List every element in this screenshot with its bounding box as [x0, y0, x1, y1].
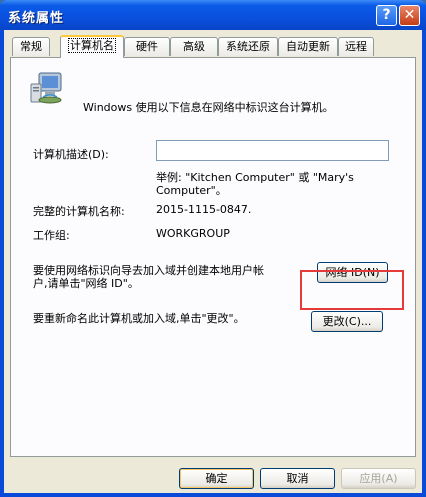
computer-description-input[interactable]: [156, 140, 389, 161]
workgroup-label: 工作组:: [33, 229, 70, 242]
help-button[interactable]: ?: [376, 5, 397, 26]
tab-advanced[interactable]: 高级: [170, 37, 218, 56]
intro-text: Windows 使用以下信息在网络中标识这台计算机。: [83, 101, 334, 114]
apply-button[interactable]: 应用(A): [341, 468, 416, 489]
tab-automatic-updates[interactable]: 自动更新: [278, 37, 338, 56]
tab-remote[interactable]: 远程: [338, 37, 374, 56]
tab-hardware[interactable]: 硬件: [124, 37, 170, 56]
example-text-line2: Computer"。: [156, 184, 227, 197]
rename-text: 要重新命名此计算机或加入域,单击"更改"。: [33, 312, 245, 325]
change-button[interactable]: 更改(C)...: [311, 311, 383, 332]
dialog-client-area: 常规 计算机名 硬件 高级 系统还原 自动更新 远程 Windows 使用以下信…: [4, 30, 422, 493]
description-label: 计算机描述(D):: [33, 148, 109, 161]
cancel-button[interactable]: 取消: [260, 468, 335, 489]
network-id-text-line2: 户,请单击"网络 ID"。: [33, 277, 139, 290]
system-properties-window: 系统属性 ? ✕ 常规 计算机名 硬件 高级 系统还原 自动更新 远程 Wind…: [0, 0, 426, 497]
ok-button[interactable]: 确定: [179, 468, 254, 489]
close-button[interactable]: ✕: [399, 5, 420, 26]
title-bar[interactable]: 系统属性 ? ✕: [0, 0, 426, 30]
full-name-value: 2015-1115-0847.: [156, 203, 252, 216]
computer-name-panel: Windows 使用以下信息在网络中标识这台计算机。 计算机描述(D): 举例:…: [10, 57, 416, 457]
tab-system-restore[interactable]: 系统还原: [218, 37, 278, 56]
computer-icon: [30, 72, 62, 104]
full-name-label: 完整的计算机名称:: [33, 205, 125, 218]
tab-computer-name[interactable]: 计算机名: [60, 35, 124, 58]
tab-general[interactable]: 常规: [12, 37, 50, 56]
workgroup-value: WORKGROUP: [156, 227, 230, 240]
change-button-highlight: [300, 270, 404, 310]
window-title: 系统属性: [8, 11, 65, 26]
